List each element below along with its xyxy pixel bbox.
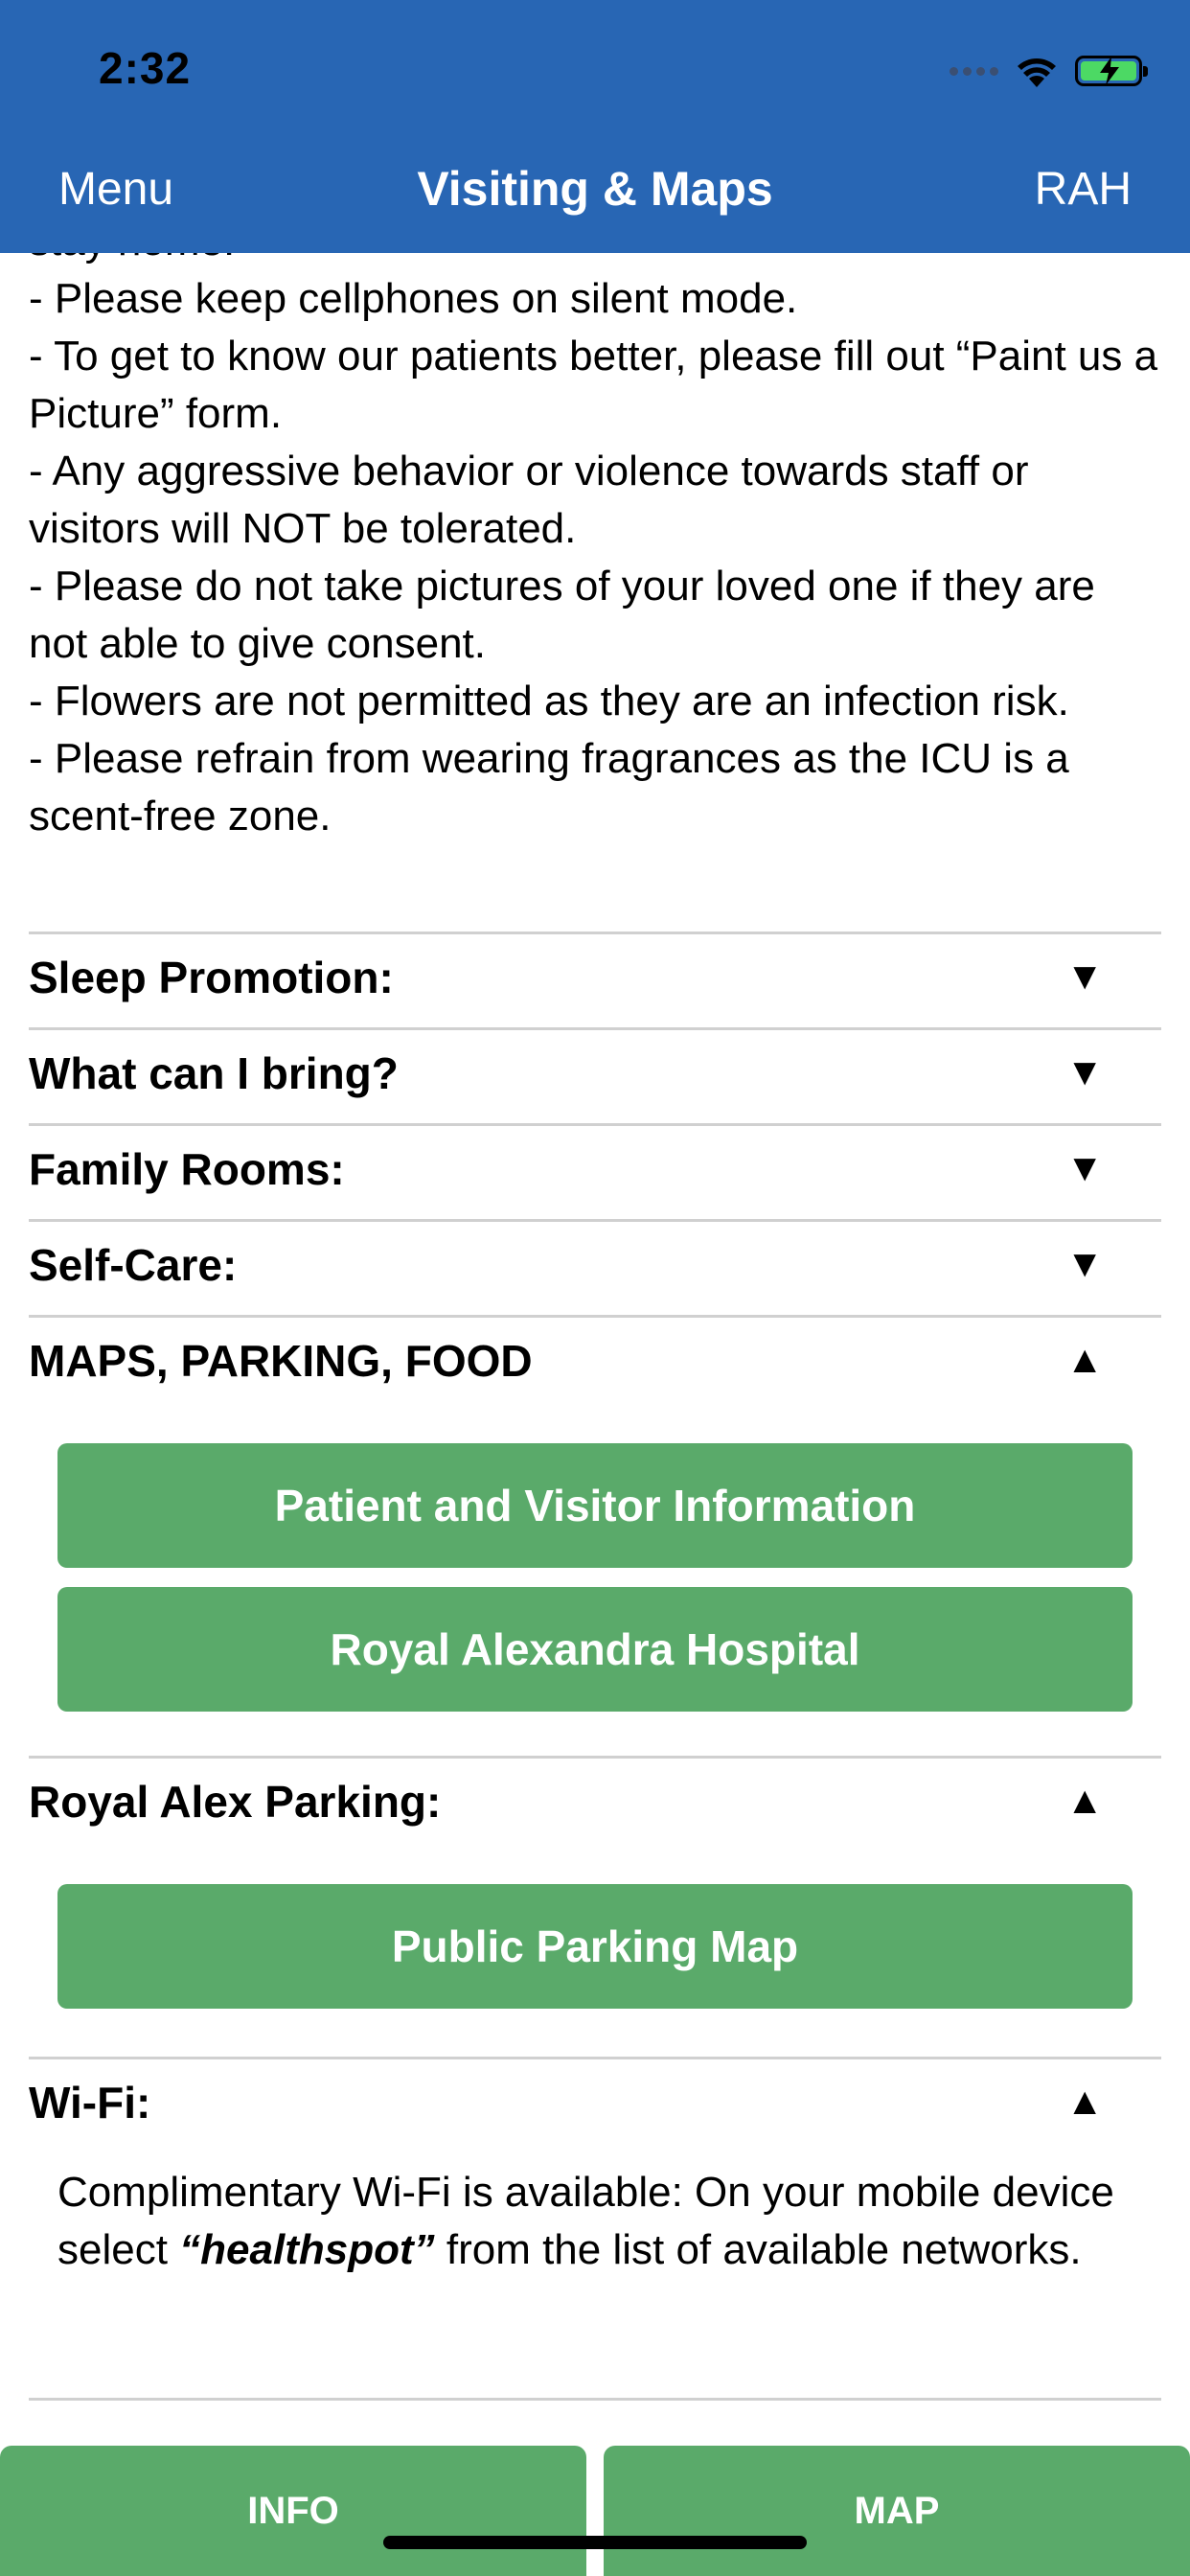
accordion-label: Family Rooms: [29,1144,345,1194]
accordion-self-care[interactable]: Self-Care: ▼ [29,1219,1161,1315]
battery-icon [1075,56,1148,86]
accordion-label: Royal Alex Parking: [29,1777,442,1827]
visitor-guidelines: stay home. - Please keep cellphones on s… [29,253,1159,845]
chevron-down-icon: ▼ [1065,955,1104,998]
bottom-tab-bar: INFO MAP [0,2446,1190,2576]
content-scroll-area[interactable]: stay home. - Please keep cellphones on s… [0,253,1190,2426]
patient-visitor-info-button[interactable]: Patient and Visitor Information [57,1443,1133,1568]
accordion-label: Self-Care: [29,1240,238,1290]
chevron-down-icon: ▼ [1065,1243,1104,1285]
status-time: 2:32 [99,43,192,93]
navigation-bar: Menu Visiting & Maps RAH [0,144,1190,240]
accordion-label: Wi-Fi: [29,2078,151,2128]
wifi-text-after: from the list of available networks. [434,2226,1082,2273]
guideline-text: stay home. [29,253,1159,270]
royal-alexandra-hospital-button[interactable]: Royal Alexandra Hospital [57,1587,1133,1712]
accordion-what-can-i-bring[interactable]: What can I bring? ▼ [29,1027,1161,1123]
guideline-text: - Please refrain from wearing fragrances… [29,735,1069,840]
guideline-text: - Please do not take pictures of your lo… [29,563,1095,667]
home-indicator[interactable] [383,2536,807,2549]
public-parking-map-button[interactable]: Public Parking Map [57,1884,1133,2009]
accordion-label: Sleep Promotion: [29,953,394,1002]
wifi-network-name: “healthspot” [179,2226,435,2273]
tab-info[interactable]: INFO [0,2446,586,2576]
accordion-label: MAPS, PARKING, FOOD [29,1336,533,1386]
wifi-icon [1016,55,1058,87]
rah-button[interactable]: RAH [1035,163,1132,216]
accordion-family-rooms[interactable]: Family Rooms: ▼ [29,1123,1161,1219]
divider [29,2398,1161,2401]
accordion-wifi[interactable]: Wi-Fi: ▲ [29,2057,1161,2152]
cellular-signal-icon [950,66,998,76]
chevron-up-icon: ▲ [1065,2081,1104,2123]
guideline-text: - Please keep cellphones on silent mode. [29,275,798,322]
chevron-down-icon: ▼ [1065,1147,1104,1189]
guideline-text: - Any aggressive behavior or violence to… [29,448,1029,552]
accordion-label: What can I bring? [29,1048,399,1098]
chevron-up-icon: ▲ [1065,1780,1104,1822]
tab-map[interactable]: MAP [604,2446,1190,2576]
accordion-maps-parking-food[interactable]: MAPS, PARKING, FOOD ▲ [29,1315,1161,1411]
header-bar: 2:32 Menu Visiting & Maps RAH [0,0,1190,253]
accordion-royal-alex-parking[interactable]: Royal Alex Parking: ▲ [29,1756,1161,1852]
guideline-text: - Flowers are not permitted as they are … [29,678,1069,724]
chevron-up-icon: ▲ [1065,1339,1104,1381]
status-icons [950,50,1148,92]
wifi-description: Complimentary Wi-Fi is available: On you… [57,2164,1140,2279]
guideline-text: - To get to know our patients better, pl… [29,333,1158,437]
accordion-sleep-promotion[interactable]: Sleep Promotion: ▼ [29,932,1161,1027]
chevron-down-icon: ▼ [1065,1051,1104,1093]
page-title: Visiting & Maps [417,162,773,216]
